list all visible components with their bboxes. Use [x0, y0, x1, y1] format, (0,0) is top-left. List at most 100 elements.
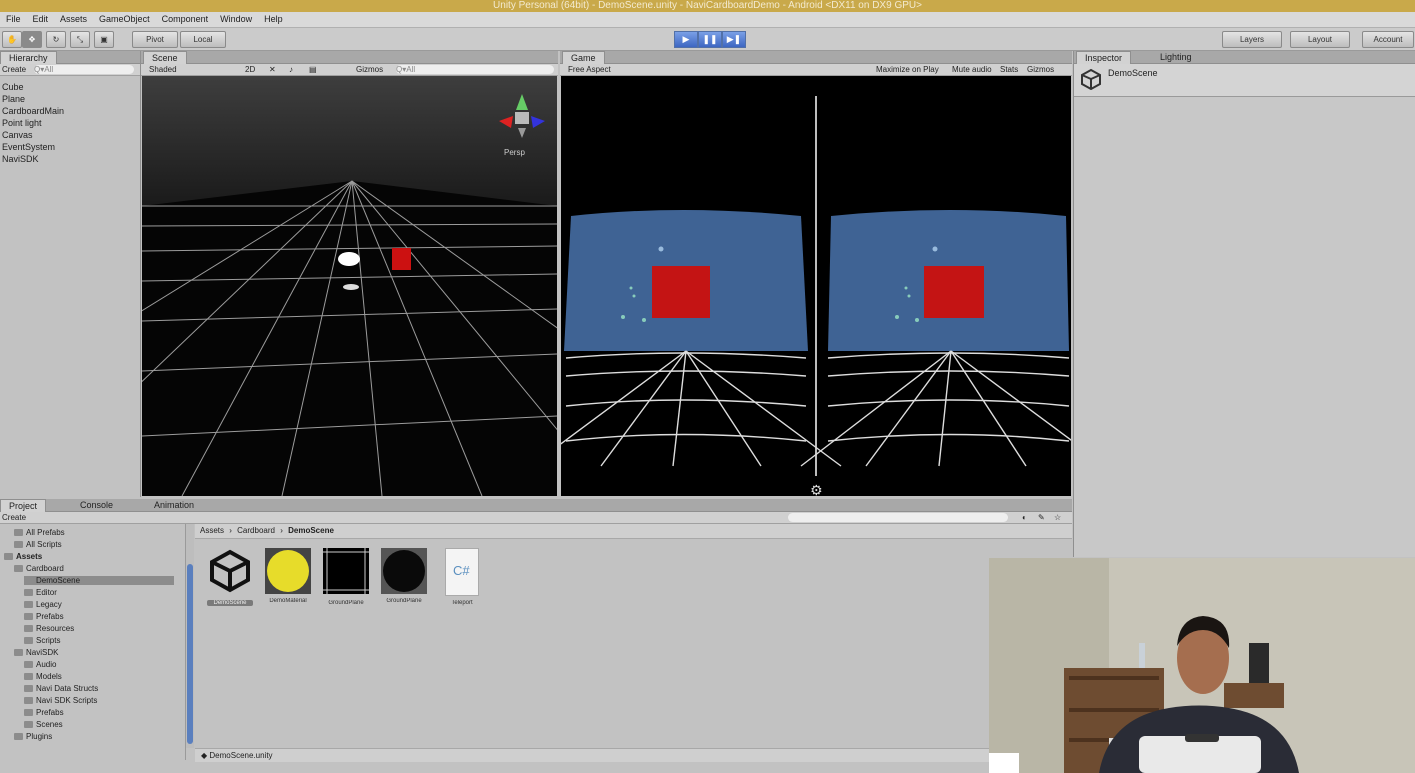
breadcrumb-assets[interactable]: Assets [200, 526, 224, 535]
aspect-dropdown[interactable]: Free Aspect [568, 64, 683, 75]
tab-project[interactable]: Project [0, 499, 47, 512]
tree-item[interactable]: Navi Data Structs [24, 684, 98, 693]
project-panel: Project Console Animation Create ◐ ✎ ☆ A… [0, 499, 1072, 762]
tree-item[interactable]: Models [24, 672, 62, 681]
tab-inspector[interactable]: Inspector [1076, 51, 1132, 64]
asset-tile[interactable]: DemoScene [207, 548, 253, 606]
filter-label-icon[interactable]: ✎ [1038, 512, 1045, 523]
project-create-button[interactable]: Create [2, 512, 26, 523]
lighting-toggle-icon[interactable]: ✕ [269, 64, 276, 75]
hierarchy-item[interactable]: Canvas [2, 130, 33, 140]
tab-game[interactable]: Game [562, 51, 605, 64]
scene-viewport[interactable]: Persp [142, 76, 557, 496]
tree-item[interactable]: Prefabs [24, 708, 64, 717]
menu-window[interactable]: Window [214, 12, 258, 27]
pivot-toggle[interactable]: Pivot [132, 31, 178, 48]
step-icon[interactable]: ▶❚ [722, 31, 746, 48]
asset-tile[interactable]: GroundPlane [323, 548, 369, 606]
project-search-input[interactable] [788, 513, 1008, 522]
tree-item[interactable]: All Scripts [14, 540, 62, 549]
asset-tile[interactable]: DemoMaterial [265, 548, 311, 604]
tab-hierarchy[interactable]: Hierarchy [0, 51, 57, 64]
shading-dropdown[interactable]: Shaded [149, 64, 235, 75]
tree-item[interactable]: All Prefabs [14, 528, 65, 537]
tree-item[interactable]: Audio [24, 660, 56, 669]
tree-item[interactable]: Legacy [24, 600, 62, 609]
asset-tile[interactable]: C# Teleport [439, 548, 485, 606]
tab-scene[interactable]: Scene [143, 51, 187, 64]
favorite-star-icon[interactable]: ☆ [1054, 512, 1061, 523]
2d-toggle[interactable]: 2D [245, 64, 255, 75]
hierarchy-create-button[interactable]: Create [2, 64, 26, 75]
tree-item[interactable]: DemoScene [24, 576, 174, 585]
tree-item[interactable]: Navi SDK Scripts [24, 696, 97, 705]
tree-item[interactable]: Plugins [14, 732, 52, 741]
hierarchy-item[interactable]: Plane [2, 94, 25, 104]
scene-gizmos-dropdown[interactable]: Gizmos [356, 64, 383, 75]
scene-search-input[interactable]: Q▾All [396, 65, 554, 74]
effects-toggle-icon[interactable]: ▤ [309, 64, 317, 75]
folder-icon [24, 625, 33, 633]
tree-item-label: Scripts [36, 636, 61, 645]
hand-tool-icon[interactable]: ✋ [2, 31, 22, 48]
tab-animation[interactable]: Animation [146, 499, 202, 511]
camera-gizmo-icon[interactable] [338, 252, 360, 266]
filter-type-icon[interactable]: ◐ [1022, 512, 1027, 523]
maximize-on-play-toggle[interactable]: Maximize on Play [876, 64, 939, 75]
layout-dropdown[interactable]: Layout [1290, 31, 1350, 48]
tab-lighting[interactable]: Lighting [1152, 51, 1200, 63]
play-icon[interactable]: ▶ [674, 31, 698, 48]
menu-edit[interactable]: Edit [27, 12, 55, 27]
tree-item[interactable]: Prefabs [24, 612, 64, 621]
menu-gameobject[interactable]: GameObject [93, 12, 156, 27]
local-toggle[interactable]: Local [180, 31, 226, 48]
tree-item[interactable]: Editor [24, 588, 57, 597]
rect-tool-icon[interactable]: ▣ [94, 31, 114, 48]
tree-item[interactable]: NaviSDK [14, 648, 58, 657]
move-tool-icon[interactable]: ✥ [22, 31, 42, 48]
hierarchy-item[interactable]: EventSystem [2, 142, 55, 152]
asset-label: Teleport [451, 600, 473, 606]
tree-item[interactable]: Assets [4, 552, 42, 561]
tree-item[interactable]: Scenes [24, 720, 63, 729]
main-toolbar: ✋ ✥ ↻ ⤡ ▣ Pivot Local ▶ ❚❚ ▶❚ Layers Lay… [0, 28, 1415, 51]
hierarchy-item[interactable]: Point light [2, 118, 42, 128]
breadcrumb-cardboard[interactable]: Cardboard [237, 526, 275, 535]
scene-cube[interactable] [392, 248, 411, 270]
chevron-right-icon: › [280, 526, 283, 535]
hierarchy-item[interactable]: NaviSDK [2, 154, 39, 164]
tab-console[interactable]: Console [72, 499, 121, 511]
menu-assets[interactable]: Assets [54, 12, 93, 27]
audio-toggle-icon[interactable]: ♪ [289, 64, 293, 75]
tree-scrollbar[interactable] [186, 524, 194, 748]
tree-item[interactable]: Scripts [24, 636, 60, 645]
tree-item-label: Scenes [36, 720, 63, 729]
hierarchy-item[interactable]: CardboardMain [2, 106, 64, 116]
game-gizmos-dropdown[interactable]: Gizmos [1027, 64, 1054, 75]
scale-tool-icon[interactable]: ⤡ [70, 31, 90, 48]
account-dropdown[interactable]: Account [1362, 31, 1414, 48]
layers-dropdown[interactable]: Layers [1222, 31, 1282, 48]
tree-item[interactable]: Resources [24, 624, 74, 633]
hierarchy-search-input[interactable]: Q▾All [34, 65, 134, 74]
tree-item[interactable]: Cardboard [14, 564, 64, 573]
menu-help[interactable]: Help [258, 12, 289, 27]
asset-tile[interactable]: GroundPlane [381, 548, 427, 604]
folder-icon [24, 589, 33, 597]
scene-tab-label: Scene [152, 53, 178, 63]
tree-item-label: All Prefabs [26, 528, 65, 537]
light-gizmo-icon[interactable] [343, 284, 359, 290]
tree-item-label: DemoScene [36, 576, 81, 585]
game-viewport[interactable]: ⚙ [561, 76, 1071, 496]
hierarchy-item[interactable]: Cube [2, 82, 24, 92]
window-title: Unity Personal (64bit) - DemoScene.unity… [0, 0, 1415, 12]
menu-file[interactable]: File [0, 12, 27, 27]
mute-audio-toggle[interactable]: Mute audio [952, 64, 992, 75]
stats-toggle[interactable]: Stats [1000, 64, 1018, 75]
settings-gear-icon[interactable]: ⚙ [810, 483, 823, 496]
breadcrumb-demoscene[interactable]: DemoScene [288, 526, 334, 535]
folder-icon [24, 673, 33, 681]
menu-component[interactable]: Component [156, 12, 215, 27]
rotate-tool-icon[interactable]: ↻ [46, 31, 66, 48]
pause-icon[interactable]: ❚❚ [698, 31, 722, 48]
